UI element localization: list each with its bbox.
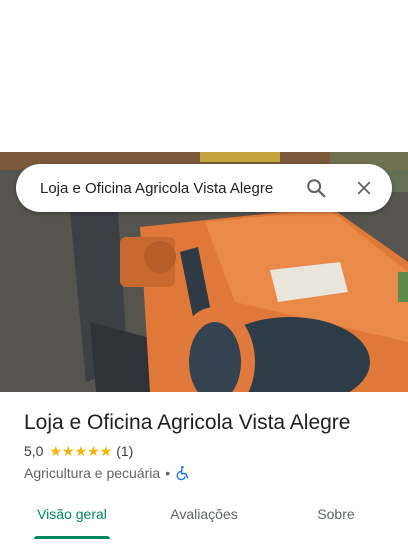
rating-stars: ★★★★★ (49, 442, 113, 459)
rating-row[interactable]: 5,0 ★★★★★ (1) (24, 442, 394, 460)
place-category: Agricultura e pecuária (24, 465, 161, 481)
tab-reviews[interactable]: Avaliações (144, 494, 264, 534)
search-icon (307, 179, 326, 198)
place-title: Loja e Oficina Agricola Vista Alegre (24, 411, 351, 434)
rating-value: 5,0 (24, 443, 44, 459)
tab-about[interactable]: Sobre (264, 494, 408, 534)
tab-overview[interactable]: Visão geral (0, 494, 144, 539)
place-tabs: Visão geral Avaliações Sobre (0, 494, 408, 544)
search-button[interactable] (296, 168, 336, 208)
search-query-text[interactable]: Loja e Oficina Agricola Vista Alegre (16, 180, 296, 197)
close-icon (357, 181, 371, 195)
blank-header-area (0, 0, 408, 152)
tab-reviews-label: Avaliações (170, 506, 238, 522)
separator-dot: • (165, 465, 171, 481)
clear-search-button[interactable] (344, 168, 384, 208)
review-count[interactable]: (1) (116, 443, 133, 459)
category-row: Agricultura e pecuária • (24, 464, 394, 482)
tab-about-label: Sobre (317, 506, 355, 522)
search-bar: Loja e Oficina Agricola Vista Alegre (16, 164, 392, 212)
place-info: Loja e Oficina Agricola Vista Alegre 5,0… (24, 408, 394, 482)
active-tab-indicator (34, 536, 110, 539)
tab-overview-label: Visão geral (37, 506, 107, 522)
wheelchair-accessible-icon (175, 465, 191, 481)
